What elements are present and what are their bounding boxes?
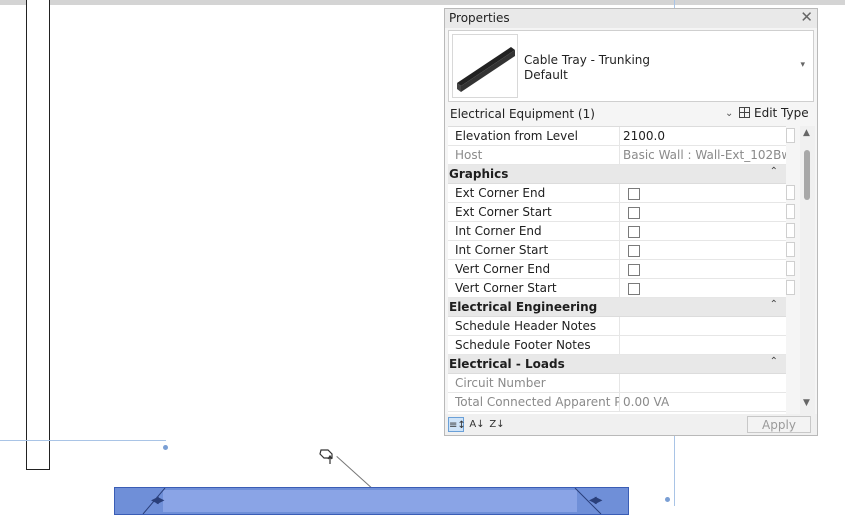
- group-title: Electrical Engineering: [449, 300, 598, 314]
- property-name: Circuit Number: [455, 376, 546, 390]
- palette-bottom-bar: ≡↕ A↓ Z↓ Apply: [445, 414, 817, 435]
- property-name: Total Connected Apparent Po...: [455, 395, 619, 409]
- edit-button-column: [786, 126, 798, 414]
- close-icon[interactable]: ✕: [800, 8, 813, 26]
- categorize-icon[interactable]: ≡↕: [448, 417, 466, 432]
- group-header-graphics[interactable]: Graphics ⌃: [448, 165, 786, 184]
- checkbox[interactable]: [628, 264, 640, 276]
- group-header-electrical-engineering[interactable]: Electrical Engineering ⌃: [448, 298, 786, 317]
- cable-tray-thumbnail-icon: [457, 47, 515, 92]
- property-row[interactable]: Ext Corner End: [448, 184, 786, 203]
- edit-type-button[interactable]: Edit Type: [739, 106, 809, 120]
- reference-endpoint-icon[interactable]: [665, 497, 670, 502]
- type-selector[interactable]: Cable Tray - Trunking Default ▾: [448, 30, 814, 102]
- property-row[interactable]: Elevation from Level 2100.0: [448, 127, 786, 146]
- collapse-icon[interactable]: ⌃: [770, 299, 778, 310]
- instance-filter-label: Electrical Equipment (1): [450, 107, 595, 121]
- tag-icon[interactable]: [318, 448, 338, 466]
- property-row: Total Connected Apparent Po... 0.00 VA: [448, 393, 786, 412]
- row-edit-button[interactable]: [786, 128, 795, 143]
- wall-element[interactable]: [26, 0, 50, 470]
- sort-ascending-icon[interactable]: A↓: [469, 417, 485, 432]
- property-value[interactable]: 2100.0: [623, 129, 786, 143]
- scroll-thumb[interactable]: [804, 150, 810, 200]
- apply-button[interactable]: Apply: [747, 416, 811, 433]
- row-edit-button[interactable]: [786, 185, 795, 200]
- property-value: 0.00 VA: [623, 395, 670, 409]
- instance-filter[interactable]: Electrical Equipment (1) ⌄ Edit Type: [445, 103, 817, 125]
- sort-descending-icon[interactable]: Z↓: [489, 417, 505, 432]
- group-header-electrical-loads[interactable]: Electrical - Loads ⌃: [448, 355, 786, 374]
- collapse-icon[interactable]: ⌃: [770, 356, 778, 367]
- palette-titlebar[interactable]: Properties ✕: [445, 8, 817, 28]
- type-family-name: Cable Tray - Trunking: [524, 53, 651, 67]
- property-row[interactable]: Int Corner End: [448, 222, 786, 241]
- type-thumbnail: [452, 34, 518, 98]
- cable-tray-body: [163, 490, 577, 512]
- drag-grip-left-icon[interactable]: ◀▶: [151, 495, 164, 506]
- property-name: Ext Corner End: [455, 186, 546, 200]
- property-row[interactable]: Vert Corner Start: [448, 279, 786, 298]
- property-name: Int Corner Start: [455, 243, 549, 257]
- row-edit-button[interactable]: [786, 261, 795, 276]
- palette-title: Properties: [449, 11, 510, 25]
- row-edit-button[interactable]: [786, 223, 795, 238]
- property-name: Host: [455, 148, 483, 162]
- property-row[interactable]: Schedule Footer Notes: [448, 336, 786, 355]
- reference-endpoint-icon[interactable]: [163, 445, 168, 450]
- reference-line-horizontal: [0, 440, 166, 441]
- type-name: Default: [524, 68, 568, 82]
- checkbox[interactable]: [628, 207, 640, 219]
- chevron-down-icon[interactable]: ⌄: [725, 108, 733, 119]
- property-name: Vert Corner End: [455, 262, 551, 276]
- row-edit-button[interactable]: [786, 280, 795, 295]
- grid-scrollbar[interactable]: ▲ ▼: [800, 126, 815, 414]
- checkbox[interactable]: [628, 245, 640, 257]
- property-row[interactable]: Vert Corner End: [448, 260, 786, 279]
- property-name: Schedule Footer Notes: [455, 338, 591, 352]
- canvas-top-strip: [0, 0, 845, 5]
- property-row[interactable]: Ext Corner Start: [448, 203, 786, 222]
- property-name: Schedule Header Notes: [455, 319, 597, 333]
- chevron-down-icon[interactable]: ▾: [800, 60, 805, 70]
- cable-tray-element[interactable]: ◀▶ ◀▶: [114, 487, 629, 515]
- property-row: Host Basic Wall : Wall-Ext_102Bwk...: [448, 146, 786, 165]
- properties-palette: Properties ✕ Cable Tray - Trunking Defau…: [444, 8, 818, 436]
- edit-type-icon: [739, 107, 750, 118]
- drag-grip-right-icon[interactable]: ◀▶: [589, 495, 602, 506]
- collapse-icon[interactable]: ⌃: [770, 166, 778, 177]
- scroll-up-icon[interactable]: ▲: [803, 128, 810, 138]
- edit-type-label: Edit Type: [754, 106, 809, 120]
- row-edit-button[interactable]: [786, 204, 795, 219]
- scroll-down-icon[interactable]: ▼: [803, 398, 810, 408]
- checkbox[interactable]: [628, 188, 640, 200]
- reference-line-vertical: [674, 434, 675, 506]
- property-row[interactable]: Schedule Header Notes: [448, 317, 786, 336]
- checkbox[interactable]: [628, 226, 640, 238]
- group-title: Graphics: [449, 167, 509, 181]
- properties-grid: Elevation from Level 2100.0 Host Basic W…: [448, 126, 786, 415]
- group-title: Electrical - Loads: [449, 357, 565, 371]
- property-row: Circuit Number: [448, 374, 786, 393]
- property-name: Int Corner End: [455, 224, 542, 238]
- property-name: Vert Corner Start: [455, 281, 557, 295]
- row-edit-button[interactable]: [786, 242, 795, 257]
- property-name: Elevation from Level: [455, 129, 578, 143]
- checkbox[interactable]: [628, 283, 640, 295]
- tag-leader-line: [336, 456, 375, 491]
- property-value: Basic Wall : Wall-Ext_102Bwk...: [623, 148, 786, 162]
- property-row[interactable]: Int Corner Start: [448, 241, 786, 260]
- property-name: Ext Corner Start: [455, 205, 552, 219]
